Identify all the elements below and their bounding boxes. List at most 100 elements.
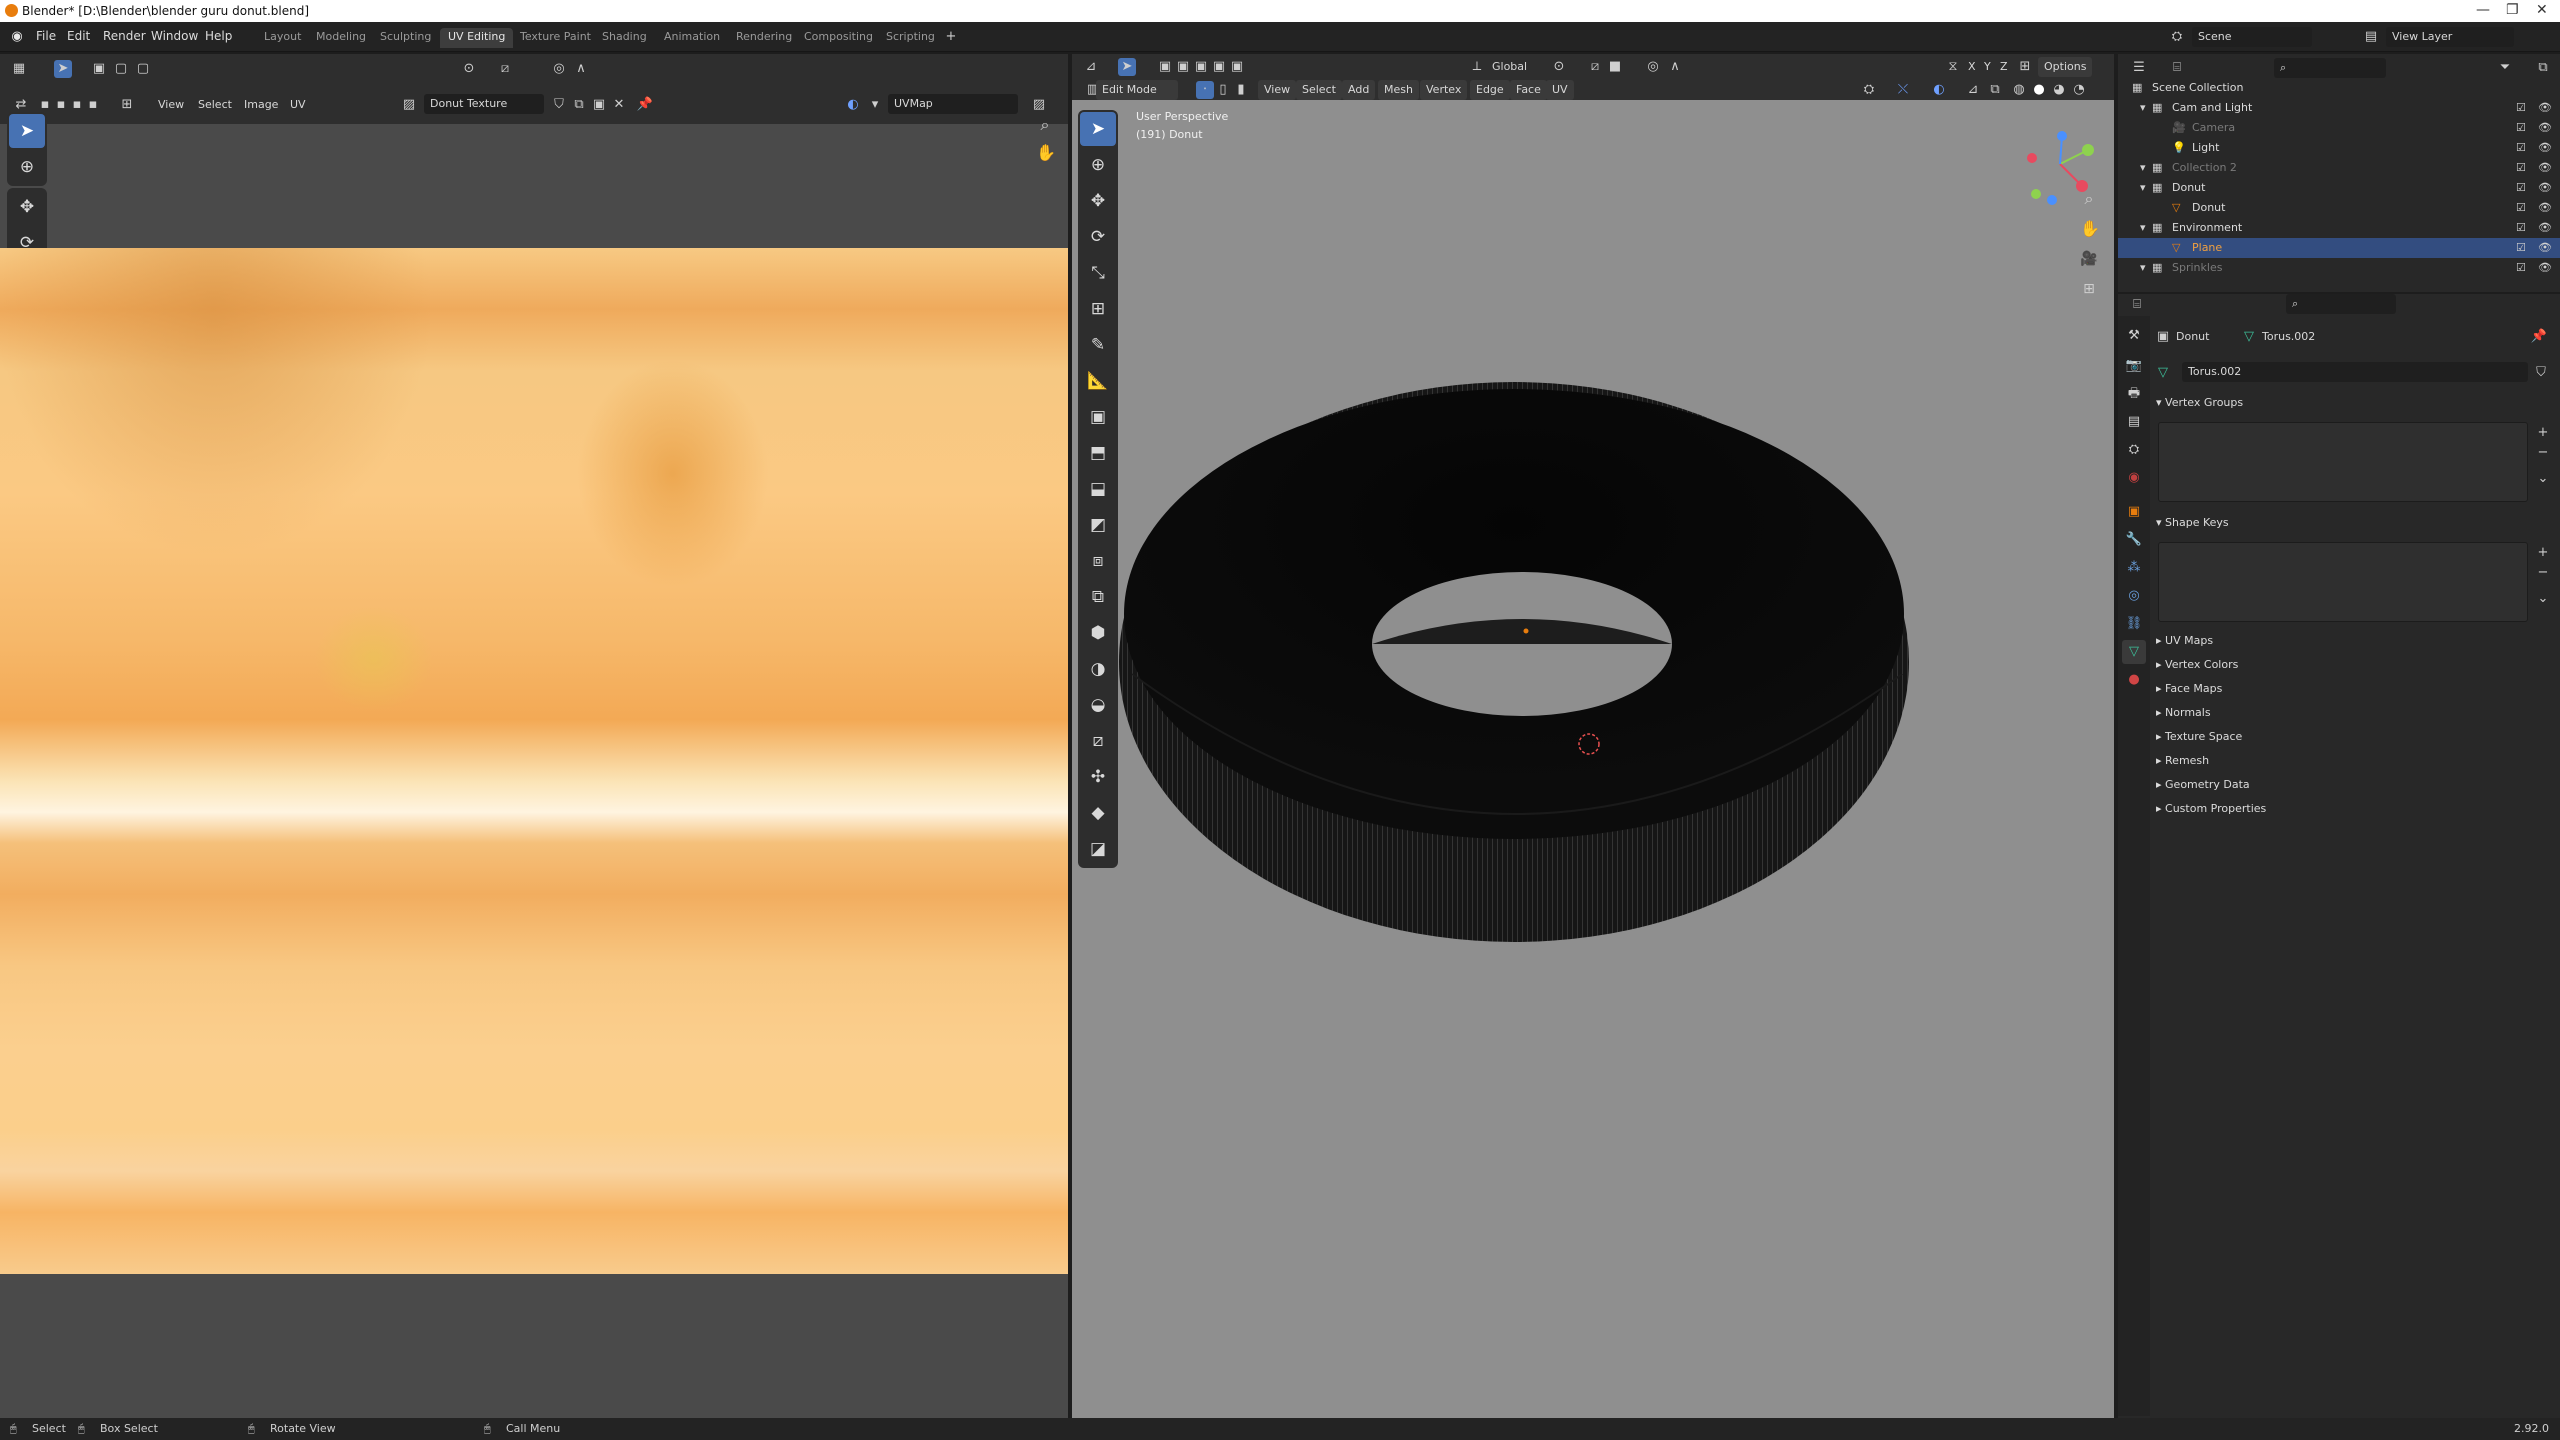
overlay-icon[interactable]: ◐ <box>844 96 862 114</box>
pivot-icon[interactable]: ⊙ <box>460 60 478 78</box>
menu-edit[interactable]: Edit <box>67 29 90 43</box>
view-layer-tab-icon[interactable]: ▤ <box>2122 410 2146 434</box>
menu-uv[interactable]: UV <box>290 98 306 111</box>
outliner[interactable]: ☰ ⌸ ⌕ ⏷ ⧉ ▦ Scene Collection ▾ ▦ Cam and Lig… <box>2118 54 2560 292</box>
sticky-mode-icon[interactable]: ▢ <box>134 60 152 78</box>
panel-collapsed[interactable]: ▸ Face Maps <box>2156 682 2222 695</box>
pin-icon[interactable]: 📌 <box>636 96 654 114</box>
snap-icon[interactable]: ⧄ <box>496 60 514 78</box>
island-select-icon[interactable]: ▪ <box>84 96 102 114</box>
panel-shape-keys[interactable]: ▾ Shape Keys <box>2156 516 2229 529</box>
exclude-checkbox-icon[interactable]: ☑ <box>2516 261 2526 274</box>
outliner-row[interactable]: ▽ Plane ☑ 👁 <box>2118 238 2560 258</box>
shape-key-menu-icon[interactable]: ⌄ <box>2534 590 2552 608</box>
menu-help[interactable]: Help <box>205 29 232 43</box>
eye-icon[interactable]: 👁 <box>2538 121 2552 134</box>
3d-viewport[interactable]: ⊿ ➤ ▣ ▣ ▣ ▣ ▣ ⟂ Global ⊙ ⧄ ■ ◎ ∧ ⧖ X Y Z… <box>1072 54 2114 1418</box>
uvmap-icon[interactable]: ▾ <box>866 96 884 114</box>
eye-icon[interactable]: 👁 <box>2538 141 2552 154</box>
world-tab-icon[interactable]: ◉ <box>2122 466 2146 490</box>
remove-vertex-group-icon[interactable]: − <box>2534 444 2552 462</box>
properties-search-input[interactable]: ⌕ <box>2286 294 2396 314</box>
exclude-checkbox-icon[interactable]: ☑ <box>2516 181 2526 194</box>
menu-render[interactable]: Render <box>103 29 146 43</box>
pin-icon[interactable]: 📌 <box>2530 328 2548 346</box>
select-tool-icon[interactable]: ➤ <box>54 60 72 78</box>
menu-window[interactable]: Window <box>151 29 198 43</box>
menu-file[interactable]: File <box>36 29 56 43</box>
sync-mode-icon[interactable]: ▢ <box>112 60 130 78</box>
object-tab-icon[interactable]: ▣ <box>2122 500 2146 524</box>
outliner-row[interactable]: 🎥 Camera ☑ 👁 <box>2118 118 2560 138</box>
physics-tab-icon[interactable]: ◎ <box>2122 584 2146 608</box>
proportional-edit-icon[interactable]: ◎ <box>550 60 568 78</box>
new-image-icon[interactable]: ⧉ <box>570 96 588 114</box>
eye-icon[interactable]: 👁 <box>2538 221 2552 234</box>
tab-sculpting[interactable]: Sculpting <box>372 28 439 48</box>
outliner-row[interactable]: ▦ Scene Collection <box>2118 78 2560 98</box>
menu-select[interactable]: Select <box>198 98 232 111</box>
minimize-button[interactable]: — <box>2476 2 2490 18</box>
exclude-checkbox-icon[interactable]: ☑ <box>2516 101 2526 114</box>
eye-icon[interactable]: 👁 <box>2538 241 2552 254</box>
exclude-checkbox-icon[interactable]: ☑ <box>2516 161 2526 174</box>
panel-collapsed[interactable]: ▸ Vertex Colors <box>2156 658 2238 671</box>
falloff-icon[interactable]: ∧ <box>572 60 590 78</box>
tab-compositing[interactable]: Compositing <box>796 28 881 48</box>
constraints-tab-icon[interactable]: ⛓ <box>2122 612 2146 636</box>
disclosure-triangle-icon[interactable]: ▾ <box>2140 161 2146 174</box>
view-layer-icon[interactable]: ▤ <box>2362 28 2380 46</box>
tab-rendering[interactable]: Rendering <box>728 28 800 48</box>
disclosure-triangle-icon[interactable]: ▾ <box>2140 261 2146 274</box>
move-tool-icon[interactable]: ✥ <box>9 190 45 224</box>
eye-icon[interactable]: 👁 <box>2538 181 2552 194</box>
image-browse-icon[interactable]: ▨ <box>400 96 418 114</box>
fake-user-icon[interactable]: ⛉ <box>2532 364 2550 382</box>
tab-layout[interactable]: Layout <box>256 28 309 48</box>
panel-collapsed[interactable]: ▸ UV Maps <box>2156 634 2213 647</box>
shape-keys-list[interactable] <box>2158 542 2528 622</box>
render-tab-icon[interactable]: 📷 <box>2122 354 2146 378</box>
modifier-tab-icon[interactable]: 🔧 <box>2122 528 2146 552</box>
vertex-group-menu-icon[interactable]: ⌄ <box>2534 470 2552 488</box>
editor-type-icon[interactable]: ☰ <box>2130 59 2148 77</box>
scene-icon[interactable]: ⛭ <box>2168 28 2186 46</box>
add-shape-key-icon[interactable]: + <box>2534 544 2552 562</box>
eye-icon[interactable]: 👁 <box>2538 101 2552 114</box>
view-layer-selector[interactable]: View Layer <box>2386 27 2514 47</box>
disclosure-triangle-icon[interactable]: ▾ <box>2140 181 2146 194</box>
eye-icon[interactable]: 👁 <box>2538 161 2552 174</box>
eye-icon[interactable]: 👁 <box>2538 201 2552 214</box>
panel-collapsed[interactable]: ▸ Geometry Data <box>2156 778 2250 791</box>
new-collection-icon[interactable]: ⧉ <box>2534 59 2552 77</box>
editor-type-icon[interactable]: ⌸ <box>2128 296 2146 314</box>
panel-vertex-groups[interactable]: ▾ Vertex Groups <box>2156 396 2243 409</box>
scene-tab-icon[interactable]: ⛭ <box>2122 438 2146 462</box>
remove-shape-key-icon[interactable]: − <box>2534 564 2552 582</box>
close-button[interactable]: ✕ <box>2536 2 2548 18</box>
display-channels-icon[interactable]: ▨ <box>1030 96 1048 114</box>
disclosure-triangle-icon[interactable]: ▾ <box>2140 101 2146 114</box>
tab-modeling[interactable]: Modeling <box>308 28 374 48</box>
menu-view[interactable]: View <box>158 98 184 111</box>
outliner-row[interactable]: ▾ ▦ Environment ☑ 👁 <box>2118 218 2560 238</box>
disclosure-triangle-icon[interactable]: ▾ <box>2140 221 2146 234</box>
uv-editor[interactable]: ▦ ➤ ▣ ▢ ▢ ⊙ ⧄ ◎ ∧ ⇄ ▪ ▪ ▪ ▪ ⊞ View Selec… <box>0 54 1068 1418</box>
outliner-row[interactable]: ▽ Donut ☑ 👁 <box>2118 198 2560 218</box>
tweak-tool-icon[interactable]: ➤ <box>9 114 45 148</box>
panel-collapsed[interactable]: ▸ Custom Properties <box>2156 802 2266 815</box>
tab-uv-editing[interactable]: UV Editing <box>440 28 514 48</box>
tab-shading[interactable]: Shading <box>594 28 655 48</box>
editor-type-icon[interactable]: ▦ <box>10 60 28 78</box>
maximize-button[interactable]: ❐ <box>2506 2 2519 18</box>
exclude-checkbox-icon[interactable]: ☑ <box>2516 201 2526 214</box>
outliner-row[interactable]: ▾ ▦ Collection 2 ☑ 👁 <box>2118 158 2560 178</box>
zoom-icon[interactable]: ⌕ <box>1036 116 1054 134</box>
uvmap-field[interactable]: UVMap <box>888 94 1018 114</box>
scene-selector[interactable]: Scene <box>2192 27 2312 47</box>
filter-icon[interactable]: ⏷ <box>2496 59 2514 77</box>
outliner-row[interactable]: ▾ ▦ Donut ☑ 👁 <box>2118 178 2560 198</box>
donut-mesh[interactable] <box>1072 54 2114 1418</box>
unlink-image-icon[interactable]: ✕ <box>610 96 628 114</box>
particles-tab-icon[interactable]: ⁂ <box>2122 556 2146 580</box>
